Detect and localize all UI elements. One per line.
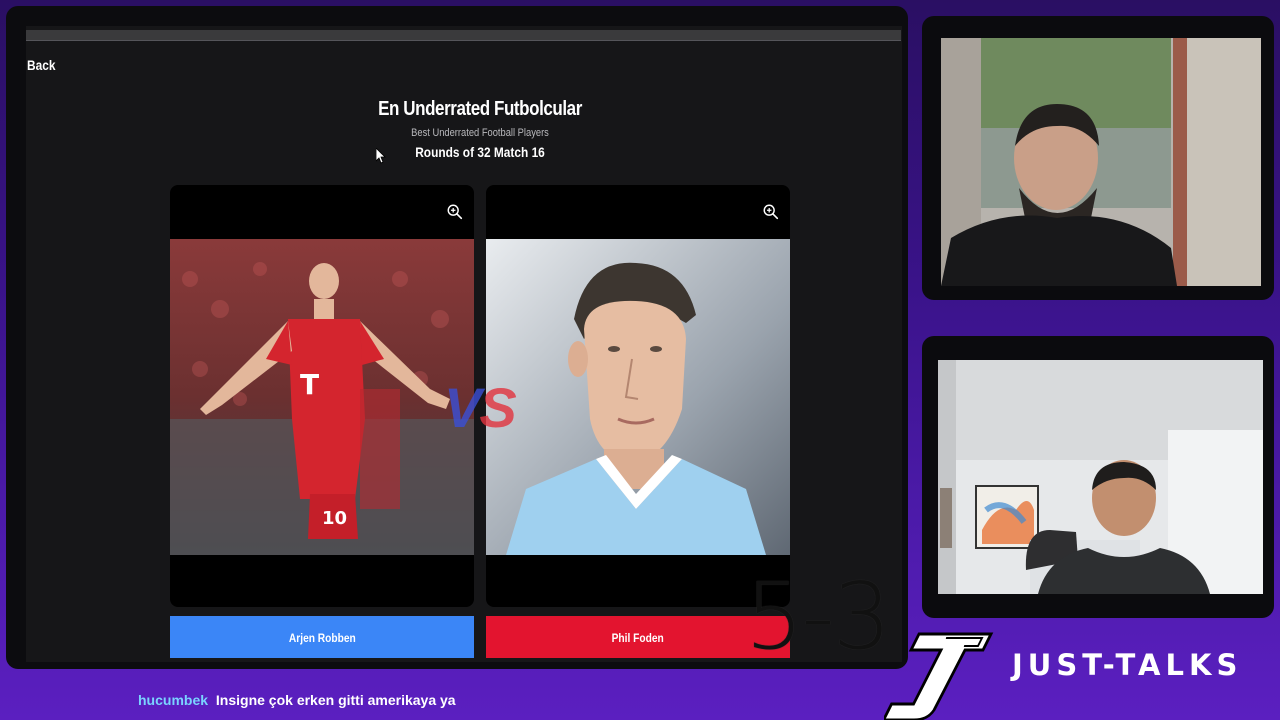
mouse-cursor-icon [375, 147, 386, 169]
webcam-feed-bottom [922, 336, 1274, 618]
brand-name: JUST-TALKS [1012, 648, 1243, 682]
candidate-card-right[interactable] [486, 185, 790, 607]
page-title: En Underrated Futbolcular [378, 98, 582, 120]
webcam-video-bottom [938, 360, 1263, 594]
vote-button-left[interactable]: Arjen Robben [170, 616, 474, 658]
page-subtitle: Best Underrated Football Players [411, 127, 549, 139]
back-link[interactable]: Back [27, 57, 55, 73]
zoom-in-icon[interactable] [446, 203, 464, 221]
vs-label: VS [444, 376, 517, 439]
page-header: En Underrated Futbolcular Best Underrate… [320, 98, 640, 160]
zoom-in-icon[interactable] [762, 203, 780, 221]
browser-top-bar [26, 30, 901, 41]
player-photo-right [486, 239, 790, 555]
chat-message: hucumbek Insigne çok erken gitti amerika… [138, 692, 456, 708]
webcam-feed-top [922, 16, 1274, 300]
score-overlay: 5-3 [745, 563, 891, 670]
svg-text:10: 10 [322, 508, 347, 529]
player-photo-left: T 10 [170, 239, 474, 555]
candidate-card-left[interactable]: T 10 [170, 185, 474, 607]
chat-text: Insigne çok erken gitti amerikaya ya [215, 692, 456, 708]
chat-username: hucumbek [138, 692, 209, 708]
webcam-video-top [941, 38, 1261, 286]
svg-text:T: T [300, 368, 319, 401]
